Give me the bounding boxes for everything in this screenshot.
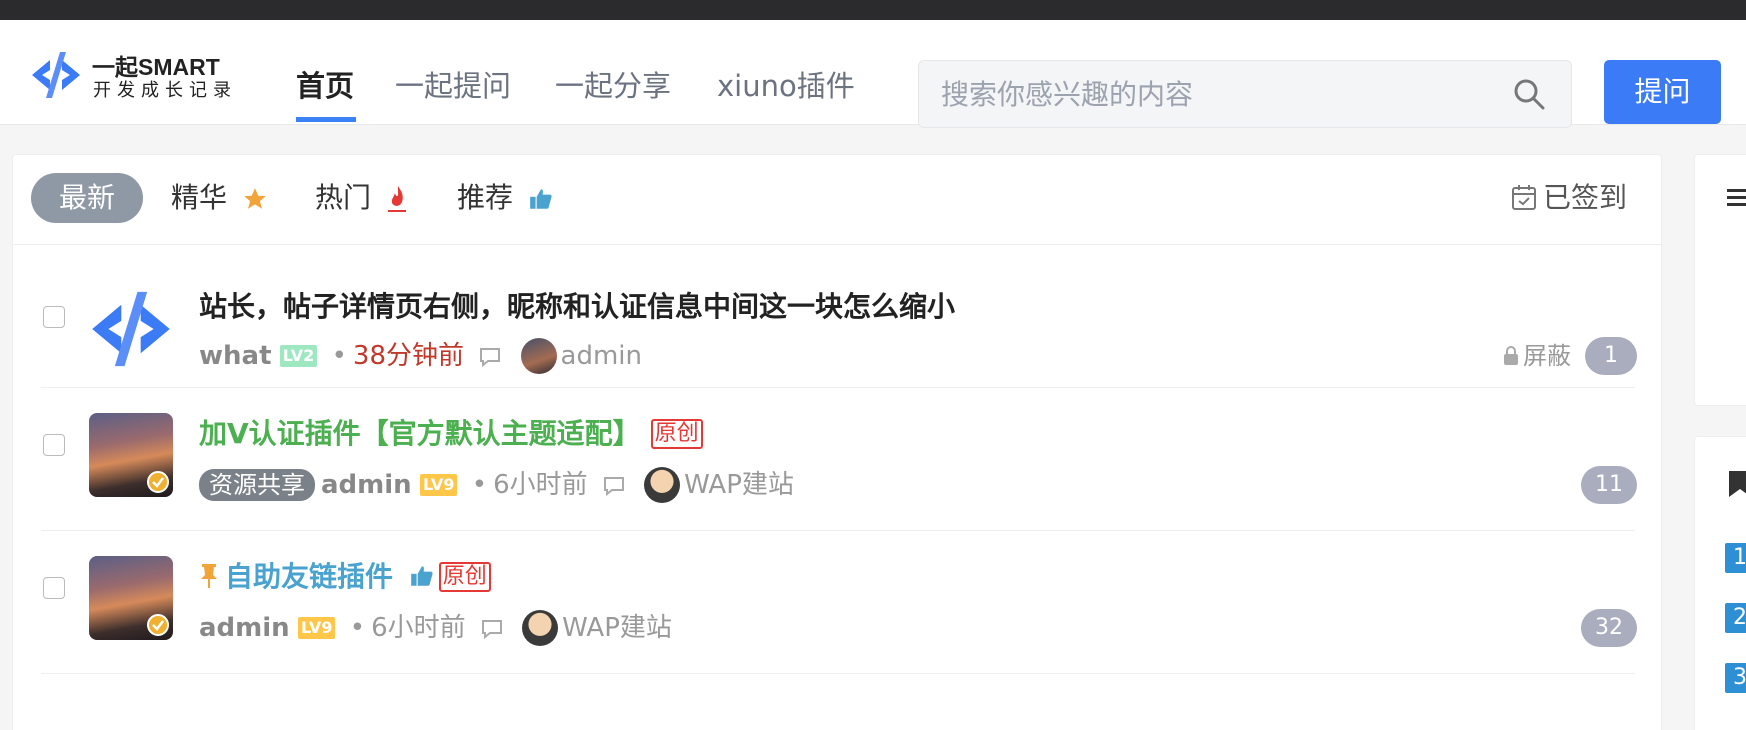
last-reply-user[interactable]: admin bbox=[561, 341, 642, 371]
nav-questions[interactable]: 一起提问 bbox=[395, 72, 511, 101]
tab-recommended[interactable]: 推荐 bbox=[457, 173, 554, 223]
row-divider bbox=[41, 673, 1635, 674]
blocked-label: 屏蔽 bbox=[1523, 342, 1571, 370]
site-logo[interactable]: 一起SMART 开发成长记录 bbox=[30, 48, 240, 101]
reply-avatar[interactable] bbox=[644, 467, 681, 503]
ask-question-button[interactable]: 提问 bbox=[1604, 60, 1721, 124]
search-icon[interactable] bbox=[1513, 78, 1545, 110]
filter-tabs: 最新 精华 热门 推荐 已签到 bbox=[13, 155, 1663, 245]
post-time: 38分钟前 bbox=[352, 341, 464, 371]
site-header: 一起SMART 开发成长记录 首页 一起提问 一起分享 xiuno插件 提问 bbox=[0, 20, 1746, 128]
separator-dot: • bbox=[349, 613, 366, 643]
thread-row[interactable]: 自助友链插件 原创 admin LV9 • 6小时前 WAP建站 32 bbox=[13, 531, 1663, 674]
nav-home[interactable]: 首页 bbox=[296, 72, 354, 101]
thread-title[interactable]: 站长，帖子详情页右侧，昵称和认证信息中间这一块怎么缩小 bbox=[199, 285, 955, 325]
search-input[interactable] bbox=[941, 61, 1501, 127]
comment-icon bbox=[481, 620, 502, 640]
separator-dot: • bbox=[471, 470, 488, 500]
author-name[interactable]: admin bbox=[199, 613, 290, 643]
thumbs-up-icon bbox=[530, 189, 552, 209]
level-badge: LV9 bbox=[419, 474, 458, 496]
author-name[interactable]: what bbox=[199, 341, 272, 371]
calendar-check-icon bbox=[1511, 185, 1536, 210]
window-top-bar bbox=[0, 0, 1746, 20]
author-name[interactable]: admin bbox=[321, 470, 412, 500]
logo-avatar-icon bbox=[92, 291, 170, 367]
flame-icon bbox=[387, 186, 406, 212]
author-avatar[interactable] bbox=[89, 287, 173, 371]
category-tag[interactable]: 资源共享 bbox=[199, 469, 315, 501]
list-icon bbox=[1727, 189, 1746, 206]
reply-avatar[interactable] bbox=[522, 610, 559, 646]
comment-icon bbox=[603, 477, 624, 497]
last-reply-user[interactable]: WAP建站 bbox=[684, 470, 794, 500]
bookmark-icon bbox=[1729, 471, 1746, 497]
star-icon bbox=[244, 188, 266, 209]
thread-title-text: 加V认证插件【官方默认主题适配】 bbox=[199, 417, 641, 450]
search-box bbox=[918, 60, 1572, 128]
thread-title-text: 自助友链插件 bbox=[225, 560, 394, 593]
reply-count: 32 bbox=[1581, 609, 1637, 647]
reply-count: 1 bbox=[1585, 337, 1637, 375]
verified-badge-icon bbox=[147, 614, 169, 636]
rank-badge: 3 bbox=[1725, 663, 1746, 693]
original-badge: 原创 bbox=[650, 419, 703, 449]
thread-checkbox[interactable] bbox=[43, 577, 65, 599]
thread-checkbox[interactable] bbox=[43, 306, 65, 328]
level-badge: LV9 bbox=[297, 617, 336, 639]
nav-active-indicator bbox=[296, 117, 356, 122]
author-avatar[interactable] bbox=[89, 556, 173, 640]
tab-label: 推荐 bbox=[457, 181, 514, 214]
logo-icon bbox=[32, 52, 80, 98]
rank-badge: 2 bbox=[1725, 603, 1746, 633]
original-badge: 原创 bbox=[438, 562, 491, 592]
sidebar-widget-ranking: 1 2 3 bbox=[1694, 436, 1746, 730]
nav-plugins[interactable]: xiuno插件 bbox=[717, 72, 855, 101]
post-time: 6小时前 bbox=[371, 613, 466, 643]
signin-label: 已签到 bbox=[1542, 181, 1627, 214]
post-time: 6小时前 bbox=[493, 470, 588, 500]
thread-row[interactable]: 加V认证插件【官方默认主题适配】 原创 资源共享 admin LV9 • 6小时前 W… bbox=[13, 388, 1663, 531]
tab-label: 最新 bbox=[58, 181, 115, 214]
tab-hot[interactable]: 热门 bbox=[315, 173, 408, 223]
tab-label: 精华 bbox=[171, 181, 228, 214]
thread-list-card: 最新 精华 热门 推荐 已签到 站长，帖子详情页右侧，昵称和认证信息中间这一块怎… bbox=[12, 154, 1663, 730]
reply-count: 11 bbox=[1581, 466, 1637, 504]
author-avatar[interactable] bbox=[89, 413, 173, 497]
logo-subtitle: 开发成长记录 bbox=[93, 80, 237, 101]
sidebar-widget-top bbox=[1694, 154, 1746, 406]
thread-row[interactable]: 站长，帖子详情页右侧，昵称和认证信息中间这一块怎么缩小 what LV2 • 38… bbox=[13, 245, 1663, 388]
signin-status[interactable]: 已签到 bbox=[1511, 173, 1627, 223]
thumbs-up-icon bbox=[410, 566, 433, 586]
thread-meta: 资源共享 admin LV9 • 6小时前 WAP建站 bbox=[199, 466, 794, 504]
rank-badge: 1 bbox=[1725, 543, 1746, 573]
thread-meta: what LV2 • 38分钟前 admin bbox=[199, 337, 642, 375]
comment-icon bbox=[480, 348, 501, 368]
tab-label: 热门 bbox=[315, 181, 372, 214]
verified-badge-icon bbox=[147, 471, 169, 493]
thread-title[interactable]: 自助友链插件 原创 bbox=[199, 555, 491, 595]
nav-share[interactable]: 一起分享 bbox=[555, 72, 671, 101]
thread-title[interactable]: 加V认证插件【官方默认主题适配】 原创 bbox=[199, 412, 703, 452]
blocked-status: 屏蔽 bbox=[1503, 337, 1571, 375]
thread-checkbox[interactable] bbox=[43, 434, 65, 456]
tab-latest[interactable]: 最新 bbox=[31, 173, 143, 223]
last-reply-user[interactable]: WAP建站 bbox=[562, 613, 672, 643]
reply-avatar[interactable] bbox=[520, 338, 557, 374]
tab-featured[interactable]: 精华 bbox=[171, 173, 268, 223]
pin-icon bbox=[201, 564, 217, 588]
level-badge: LV2 bbox=[279, 345, 318, 367]
separator-dot: • bbox=[331, 341, 347, 371]
lock-icon bbox=[1504, 346, 1518, 365]
thread-meta: admin LV9 • 6小时前 WAP建站 bbox=[199, 609, 672, 647]
